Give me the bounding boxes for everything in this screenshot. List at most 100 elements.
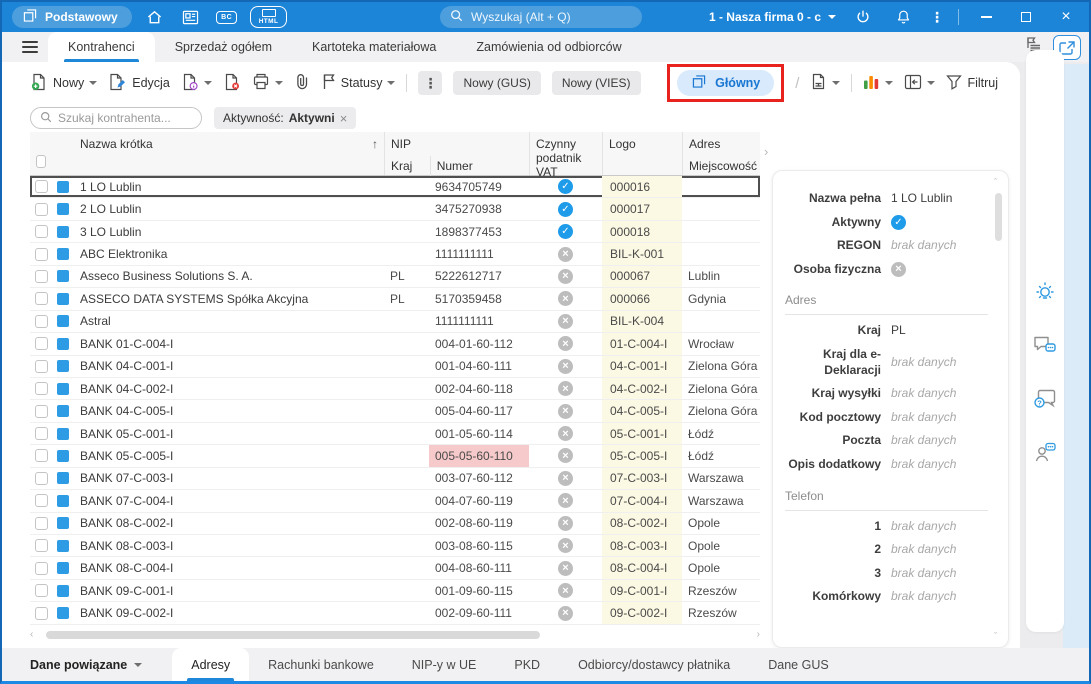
tab-sprzedaż-ogółem[interactable]: Sprzedaż ogółem bbox=[155, 32, 292, 62]
power-icon[interactable] bbox=[850, 5, 876, 29]
table-row[interactable]: 3 LO Lublin 1898377453 000018 bbox=[30, 220, 760, 244]
row-checkbox[interactable] bbox=[34, 561, 48, 575]
tab-kartoteka-materiałowa[interactable]: Kartoteka materiałowa bbox=[292, 32, 456, 62]
row-checkbox[interactable] bbox=[34, 382, 48, 396]
column-header-numer[interactable]: Numer bbox=[429, 156, 529, 176]
new-gus-button[interactable]: Nowy (GUS) bbox=[453, 71, 541, 95]
row-checkbox[interactable] bbox=[34, 359, 48, 373]
row-checkbox[interactable] bbox=[34, 337, 48, 351]
home-icon[interactable] bbox=[142, 5, 168, 29]
table-row[interactable]: BANK 09-C-002-I 002-09-60-111 09-C-002-I… bbox=[30, 602, 760, 625]
table-row[interactable]: ABC Elektronika 1111111111 BIL-K-001 bbox=[30, 243, 760, 266]
table-row[interactable]: ASSECO DATA SYSTEMS Spółka Akcyjna PL 51… bbox=[30, 288, 760, 311]
table-row[interactable]: BANK 08-C-002-I 002-08-60-119 08-C-002-I… bbox=[30, 512, 760, 535]
scroll-down-icon[interactable]: ˇ bbox=[994, 631, 997, 641]
edit-button[interactable]: Edycja bbox=[108, 73, 170, 94]
table-row[interactable]: BANK 01-C-004-I 004-01-60-112 01-C-004-I… bbox=[30, 333, 760, 356]
column-header-kraj[interactable]: Kraj bbox=[385, 156, 430, 176]
panel-layout-button[interactable] bbox=[904, 74, 936, 93]
new-button[interactable]: Nowy bbox=[30, 73, 98, 94]
tab-rachunki-bankowe[interactable]: Rachunki bankowe bbox=[249, 648, 393, 681]
company-selector[interactable]: 1 - Nasza firma 0 - c bbox=[709, 10, 836, 24]
print-button[interactable] bbox=[252, 73, 283, 93]
close-button[interactable] bbox=[1053, 5, 1079, 29]
tab-zamówienia-od-odbiorców[interactable]: Zamówienia od odbiorców bbox=[456, 32, 641, 62]
row-checkbox[interactable] bbox=[34, 314, 48, 328]
table-row[interactable]: Astral 1111111111 BIL-K-004 bbox=[30, 310, 760, 334]
table-row[interactable]: BANK 04-C-002-I 002-04-60-118 04-C-002-I… bbox=[30, 377, 760, 401]
column-header-nip[interactable]: NIP Kraj Numer bbox=[384, 132, 529, 176]
filter-button[interactable]: Filtruj bbox=[946, 74, 998, 93]
help-icon[interactable]: ? bbox=[1033, 388, 1057, 415]
bc-module-icon[interactable]: BC bbox=[214, 5, 240, 29]
html-module-icon[interactable]: HTML bbox=[249, 5, 288, 29]
contact-person-icon[interactable] bbox=[1033, 441, 1057, 468]
contractor-search-input[interactable]: Szukaj kontrahenta... bbox=[30, 107, 202, 129]
table-row[interactable]: 2 LO Lublin 3475270938 000017 bbox=[30, 198, 760, 221]
maximize-button[interactable] bbox=[1013, 5, 1039, 29]
workspace-selector[interactable]: Podstawowy bbox=[12, 6, 132, 28]
row-checkbox[interactable] bbox=[34, 494, 48, 508]
row-checkbox[interactable] bbox=[34, 404, 48, 418]
table-row[interactable]: BANK 08-C-004-I 004-08-60-111 08-C-004-I… bbox=[30, 557, 760, 580]
row-checkbox[interactable] bbox=[34, 516, 48, 530]
row-checkbox[interactable] bbox=[34, 427, 48, 441]
table-row[interactable]: 1 LO Lublin 9634705749 000016 bbox=[30, 176, 760, 199]
chat-icon[interactable] bbox=[1033, 335, 1057, 362]
scrollbar-thumb[interactable] bbox=[46, 630, 540, 639]
tab-dane-gus[interactable]: Dane GUS bbox=[749, 648, 847, 681]
table-row[interactable]: BANK 05-C-001-I 001-05-60-114 05-C-001-I… bbox=[30, 422, 760, 446]
column-header-miejscowosc[interactable]: Miejscowość bbox=[683, 156, 763, 176]
table-row[interactable]: BANK 04-C-001-I 001-04-60-111 04-C-001-I… bbox=[30, 355, 760, 378]
column-header-adres[interactable]: Adres Miejscowość bbox=[682, 132, 760, 175]
table-row[interactable]: BANK 07-C-004-I 004-07-60-119 07-C-004-I… bbox=[30, 490, 760, 513]
table-row[interactable]: BANK 05-C-005-I 005-05-60-110 05-C-005-I… bbox=[30, 445, 760, 468]
document-info-button[interactable] bbox=[181, 73, 212, 94]
table-row[interactable]: BANK 04-C-005-I 005-04-60-117 04-C-005-I… bbox=[30, 400, 760, 423]
hamburger-menu-icon[interactable] bbox=[12, 32, 48, 62]
row-checkbox[interactable] bbox=[34, 539, 48, 553]
minimize-button[interactable] bbox=[973, 5, 999, 29]
bell-icon[interactable] bbox=[890, 5, 916, 29]
scroll-up-icon[interactable]: ˆ bbox=[994, 177, 997, 187]
statuses-button[interactable]: Statusy bbox=[321, 73, 396, 93]
more-menu-icon[interactable] bbox=[930, 9, 944, 26]
table-row[interactable]: BANK 09-C-001-I 001-09-60-115 09-C-001-I… bbox=[30, 579, 760, 603]
glowny-view-button[interactable]: Główny bbox=[677, 70, 775, 96]
row-checkbox[interactable] bbox=[34, 225, 48, 239]
column-header-logo[interactable]: Logo bbox=[602, 132, 682, 175]
row-checkbox[interactable] bbox=[34, 202, 48, 216]
new-vies-button[interactable]: Nowy (VIES) bbox=[551, 71, 641, 95]
column-header-vat[interactable]: Czynny podatnik VAT bbox=[529, 132, 602, 179]
row-checkbox[interactable] bbox=[34, 292, 48, 306]
row-checkbox[interactable] bbox=[34, 471, 48, 485]
horizontal-scrollbar[interactable]: ‹ › bbox=[30, 629, 760, 640]
tab-adresy[interactable]: Adresy bbox=[172, 648, 250, 681]
scrollbar-thumb[interactable] bbox=[995, 193, 1002, 241]
scroll-right-icon[interactable]: › bbox=[757, 629, 760, 640]
select-all-checkbox[interactable] bbox=[36, 155, 46, 168]
tab-odbiorcy-dostawcy-płatnika[interactable]: Odbiorcy/dostawcy płatnika bbox=[559, 648, 749, 681]
delete-button[interactable] bbox=[223, 73, 241, 94]
activity-filter-chip[interactable]: Aktywność: Aktywni bbox=[214, 107, 357, 129]
row-checkbox[interactable] bbox=[34, 449, 48, 463]
table-row[interactable]: BANK 08-C-003-I 003-08-60-115 08-C-003-I… bbox=[30, 535, 760, 558]
attachment-button[interactable] bbox=[294, 73, 310, 93]
row-checkbox[interactable] bbox=[34, 247, 48, 261]
tab-kontrahenci[interactable]: Kontrahenci bbox=[48, 32, 155, 62]
scroll-left-icon[interactable]: ‹ bbox=[30, 629, 33, 640]
table-row[interactable]: Asseco Business Solutions S. A. PL 52226… bbox=[30, 265, 760, 289]
more-actions-button[interactable] bbox=[418, 71, 443, 95]
tab-pkd[interactable]: PKD bbox=[495, 648, 559, 681]
row-checkbox[interactable] bbox=[34, 269, 48, 283]
row-checkbox[interactable] bbox=[34, 180, 48, 194]
column-expander-icon[interactable]: › bbox=[764, 144, 768, 159]
global-search-input[interactable]: Wyszukaj (Alt + Q) bbox=[440, 6, 642, 28]
chart-view-button[interactable] bbox=[863, 74, 894, 93]
related-data-menu[interactable]: Dane powiązane bbox=[30, 648, 143, 681]
news-icon[interactable] bbox=[178, 5, 204, 29]
detail-panel-scrollbar[interactable]: ˆ ˇ bbox=[994, 177, 1004, 641]
column-header-name[interactable]: Nazwa krótka bbox=[74, 132, 384, 175]
table-row[interactable]: BANK 07-C-003-I 003-07-60-112 07-C-003-I… bbox=[30, 467, 760, 491]
row-checkbox[interactable] bbox=[34, 606, 48, 620]
